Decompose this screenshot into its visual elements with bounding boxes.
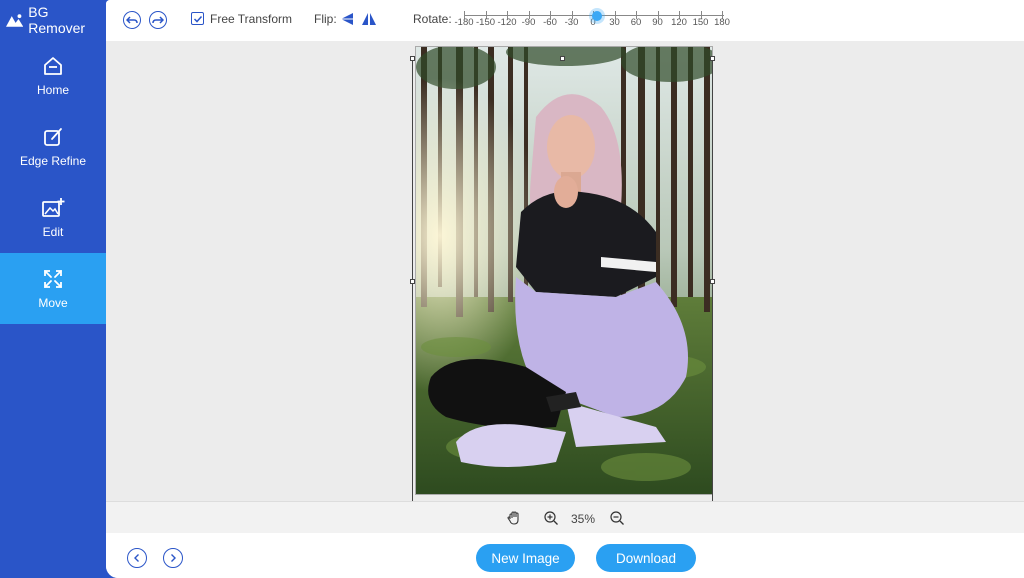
sidebar-item-label: Edge Refine [19,153,87,168]
rotate-tick-label: 30 [609,17,620,28]
resize-handle-top[interactable] [560,56,565,61]
flip-horizontal-icon[interactable] [339,12,355,26]
zoom-value: 35% [571,512,596,526]
edge-refine-icon [44,127,62,146]
rotate-tick-label: 120 [671,17,687,28]
zoom-bar: 35% [106,501,1024,533]
sidebar-item-label: Home [36,82,69,97]
checkmark-icon [193,15,202,23]
canvas-area[interactable] [106,41,1024,501]
rotate-tick-label: -180 [454,17,474,28]
app-title: BG Remover [28,4,86,36]
new-image-button[interactable]: New Image [476,544,575,572]
home-icon [44,56,62,75]
rotate-tick-label: -120 [497,17,517,28]
free-transform-checkbox[interactable] [191,12,204,25]
logo-icon [6,14,24,27]
rotate-tick-label: 60 [630,17,642,28]
brand: BG Remover [0,0,106,40]
rotate-tick-label: 150 [692,17,709,28]
zoom-out-icon[interactable] [609,510,625,526]
photo-image [416,47,712,494]
main-panel: Free Transform Flip: Rotate: -180 -150 -12… [106,0,1024,578]
download-button[interactable]: Download [596,544,696,572]
sidebar-item-home[interactable]: Home [0,40,106,111]
bottom-bar: New Image Download [106,533,1024,578]
chevron-right-icon [171,554,176,562]
free-transform-label: Free Transform [210,12,293,26]
undo-button[interactable] [123,11,141,29]
rotate-slider[interactable]: -180 -150 -120 -90 -60 -30 0 30 60 90 120 150 180 [454,6,730,36]
rotate-tick-label: -150 [475,17,496,28]
toolbar: Free Transform Flip: Rotate: -180 -150 -12… [106,0,1024,41]
rotate-tick-label: 180 [714,17,730,28]
resize-handle-right[interactable] [710,279,715,284]
rotate-tick-label: 90 [652,17,663,28]
edit-image-icon [42,197,65,217]
flip-vertical-icon[interactable] [361,12,377,26]
resize-handle-left[interactable] [410,279,415,284]
sidebar-item-edge-refine[interactable]: Edge Refine [0,111,106,182]
undo-icon [126,16,138,24]
hand-icon[interactable] [506,510,522,526]
sidebar-item-edit[interactable]: Edit [0,182,106,253]
previous-button[interactable] [127,548,147,568]
sidebar-item-label: Edit [42,224,64,239]
next-button[interactable] [163,548,183,568]
move-icon [44,269,62,288]
sidebar-item-label: Move [38,295,68,310]
zoom-in-icon[interactable] [543,510,559,526]
sidebar-item-move[interactable]: Move [0,253,106,324]
rotate-label: Rotate: [413,12,452,26]
rotate-tick-label: -30 [564,17,579,28]
rotate-tick-label: -60 [543,17,557,28]
redo-icon [152,16,164,24]
flip-label: Flip: [314,12,337,26]
chevron-left-icon [134,554,139,562]
resize-handle-top-right[interactable] [710,56,715,61]
rotate-knob[interactable] [592,11,602,21]
photo-preview[interactable] [415,46,713,495]
sidebar: BG Remover Home Edge Refine Edit Move [0,0,106,578]
redo-button[interactable] [149,11,167,29]
rotate-tick-label: -90 [521,17,536,28]
resize-handle-top-left[interactable] [410,56,415,61]
